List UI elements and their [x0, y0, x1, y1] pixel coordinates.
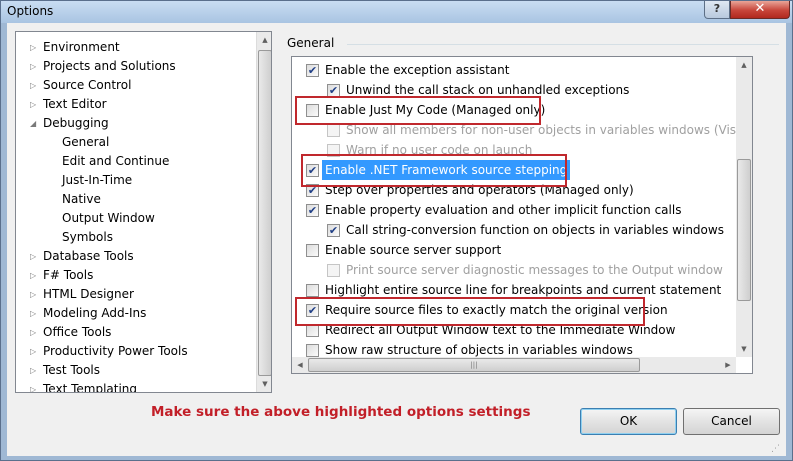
option-label: Enable property evaluation and other imp…	[325, 203, 682, 217]
collapsed-arrow-icon[interactable]: ▷	[30, 76, 40, 95]
collapsed-arrow-icon[interactable]: ▷	[30, 323, 40, 342]
collapsed-arrow-icon[interactable]: ▷	[30, 266, 40, 285]
tree-item-label: General	[62, 133, 110, 152]
tree-scroll-up-button[interactable]: ▲	[257, 32, 271, 48]
tree-item-label: Test Tools	[43, 363, 101, 377]
help-button[interactable]: ?	[704, 1, 730, 19]
tree-item-label: Symbols	[62, 230, 113, 244]
options-scroll-right-button[interactable]: ▶	[720, 357, 736, 373]
tree-vertical-scrollbar[interactable]: ▲ ▼	[256, 32, 271, 392]
collapsed-arrow-icon[interactable]: ▷	[30, 304, 40, 323]
highlight-net-source-stepping	[301, 154, 567, 187]
tree-item-label: Environment	[43, 40, 120, 54]
window-title: Options	[7, 4, 54, 18]
option-label: Enable the exception assistant	[325, 63, 510, 77]
tree-item-label: Output Window	[62, 211, 155, 225]
tree-item-label: Just-In-Time	[62, 173, 133, 187]
highlight-just-my-code	[295, 96, 541, 125]
tree-scroll-thumb[interactable]	[258, 50, 271, 376]
options-vertical-scrollbar[interactable]: ▲ ▼	[736, 57, 752, 357]
tree-item[interactable]: ▷ Text Editor	[16, 95, 256, 114]
option-checkbox[interactable]: ✔	[327, 224, 340, 237]
tree-item-label: Database Tools	[43, 249, 134, 263]
close-button[interactable]: ✕	[730, 1, 790, 19]
title-bar[interactable]: Options ? ✕	[1, 1, 792, 23]
collapsed-arrow-icon[interactable]: ▷	[30, 285, 40, 304]
options-dialog: Options ? ✕ ▷ Environment ▷ Projects and So…	[0, 0, 793, 461]
tree-item[interactable]: ▷ Projects and Solutions	[16, 57, 256, 76]
tree-item[interactable]: Symbols	[16, 228, 256, 247]
tree-item[interactable]: ▷ Database Tools	[16, 247, 256, 266]
tree-items: ▷ Environment ▷ Projects and Solutions ▷ Sour…	[16, 32, 256, 392]
tree-item[interactable]: ▷ Source Control	[16, 76, 256, 95]
tree-item[interactable]: ▷ HTML Designer	[16, 285, 256, 304]
tree-item-label: Edit and Continue	[62, 154, 170, 168]
option-checkbox[interactable]	[306, 344, 319, 357]
option-checkbox[interactable]: ✔	[306, 204, 319, 217]
tree-scroll-down-button[interactable]: ▼	[257, 376, 271, 392]
option-checkbox[interactable]: ✔	[306, 64, 319, 77]
options-scroll-thumb[interactable]	[737, 159, 751, 301]
annotation-note: Make sure the above highlighted options …	[151, 404, 531, 420]
collapsed-arrow-icon[interactable]: ▷	[30, 342, 40, 361]
collapsed-arrow-icon[interactable]: ▷	[30, 95, 40, 114]
tree-item[interactable]: Just-In-Time	[16, 171, 256, 190]
expanded-arrow-icon[interactable]: ◢	[30, 114, 40, 133]
tree-item[interactable]: ▷ Modeling Add-Ins	[16, 304, 256, 323]
option-label: Enable source server support	[325, 243, 502, 257]
tree-item[interactable]: Native	[16, 190, 256, 209]
option-checkbox	[327, 264, 340, 277]
general-group-label: General	[287, 36, 335, 50]
tree-item-label: Projects and Solutions	[43, 59, 176, 73]
option-row[interactable]: Print source server diagnostic messages …	[292, 260, 736, 280]
tree-item-label: Productivity Power Tools	[43, 344, 188, 358]
option-row[interactable]: ✔ Enable the exception assistant	[292, 60, 736, 80]
option-checkbox[interactable]	[306, 284, 319, 297]
tree-item[interactable]: General	[16, 133, 256, 152]
options-tree: ▷ Environment ▷ Projects and Solutions ▷ Sour…	[15, 31, 272, 393]
ok-button[interactable]: OK	[580, 408, 677, 435]
dialog-body: ▷ Environment ▷ Projects and Solutions ▷ Sour…	[7, 23, 786, 456]
tree-item-label: Text Editor	[43, 97, 107, 111]
options-scroll-down-button[interactable]: ▼	[736, 341, 752, 357]
tree-item[interactable]: ◢ Debugging	[16, 114, 256, 133]
collapsed-arrow-icon[interactable]: ▷	[30, 57, 40, 76]
tree-item[interactable]: ▷ Office Tools	[16, 323, 256, 342]
resize-grip-icon[interactable]: ⋰	[771, 443, 783, 455]
tree-item-label: Modeling Add-Ins	[43, 306, 147, 320]
collapsed-arrow-icon[interactable]: ▷	[30, 247, 40, 266]
option-label: Print source server diagnostic messages …	[346, 263, 723, 277]
options-hscroll-thumb[interactable]: |||	[308, 358, 640, 372]
collapsed-arrow-icon[interactable]: ▷	[30, 380, 40, 392]
tree-item[interactable]: Edit and Continue	[16, 152, 256, 171]
options-horizontal-scrollbar[interactable]: ◀ ||| ▶	[292, 357, 736, 373]
options-scroll-left-button[interactable]: ◀	[292, 357, 308, 373]
option-checkbox[interactable]	[306, 244, 319, 257]
tree-item[interactable]: ▷ Text Templating	[16, 380, 256, 393]
option-row[interactable]: ✔ Enable property evaluation and other im…	[292, 200, 736, 220]
option-row[interactable]: ✔ Call string-conversion function on obje…	[292, 220, 736, 240]
tree-item[interactable]: ▷ Productivity Power Tools	[16, 342, 256, 361]
cancel-button[interactable]: Cancel	[683, 408, 780, 435]
tree-item[interactable]: Output Window	[16, 209, 256, 228]
tree-item-label: Office Tools	[43, 325, 112, 339]
tree-item-label: Native	[62, 192, 101, 206]
tree-item[interactable]: ▷ F# Tools	[16, 266, 256, 285]
option-label: Call string-conversion function on objec…	[346, 223, 724, 237]
tree-item[interactable]: ▷ Test Tools	[16, 361, 256, 380]
tree-item-label: Debugging	[43, 116, 109, 130]
group-divider	[347, 44, 779, 45]
options-scroll-up-button[interactable]: ▲	[736, 57, 752, 73]
tree-item-label: F# Tools	[43, 268, 94, 282]
tree-item-label: Text Templating	[43, 382, 138, 393]
tree-item-label: Source Control	[43, 78, 132, 92]
collapsed-arrow-icon[interactable]: ▷	[30, 38, 40, 57]
tree-item-label: HTML Designer	[43, 287, 134, 301]
option-checkbox	[327, 124, 340, 137]
collapsed-arrow-icon[interactable]: ▷	[30, 361, 40, 380]
option-row[interactable]: Enable source server support	[292, 240, 736, 260]
tree-item[interactable]: ▷ Environment	[16, 38, 256, 57]
highlight-require-source-match	[295, 297, 645, 326]
